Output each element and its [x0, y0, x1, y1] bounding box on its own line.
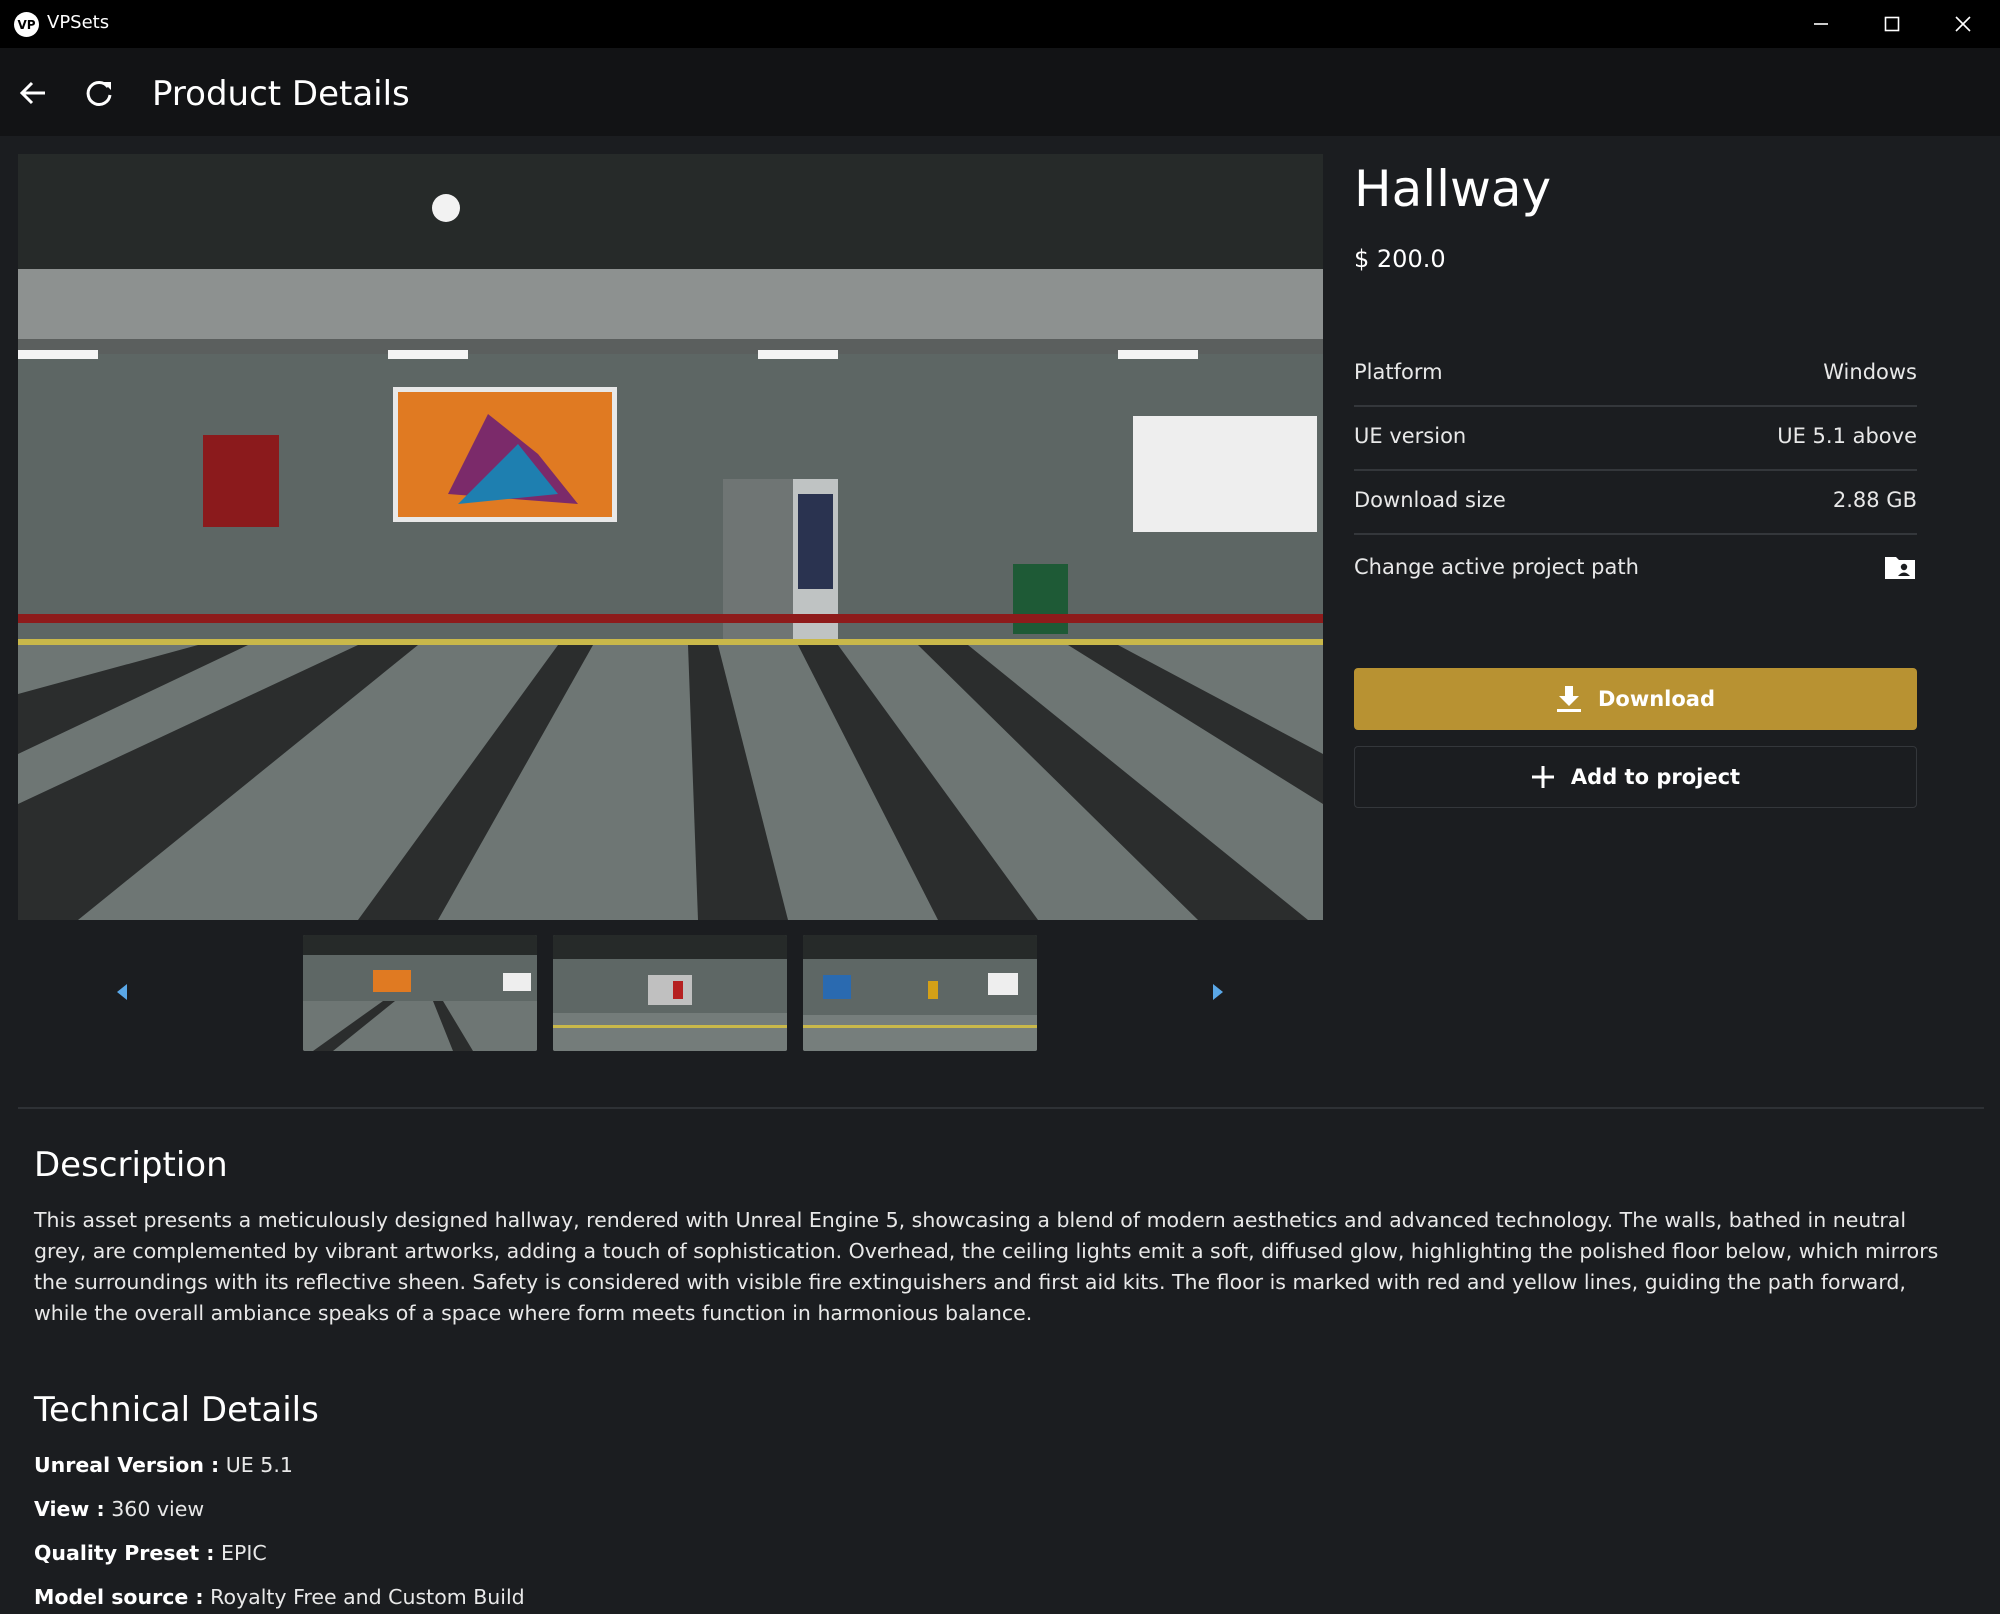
spec-label: Download size: [1354, 488, 1506, 512]
carousel-thumbnail[interactable]: [553, 935, 787, 1051]
plus-icon: [1531, 766, 1554, 788]
spec-value: Windows: [1823, 360, 1917, 384]
download-button[interactable]: Download: [1354, 668, 1917, 730]
product-name: Hallway: [1354, 160, 1552, 218]
spec-value: UE 5.1 above: [1777, 424, 1917, 448]
tech-value: Royalty Free and Custom Build: [210, 1585, 525, 1609]
close-icon: [1955, 16, 1971, 32]
carousel-next-button[interactable]: [1210, 983, 1226, 1001]
carousel-thumbnail[interactable]: [803, 935, 1037, 1051]
tech-item-model-source: Model source : Royalty Free and Custom B…: [34, 1585, 525, 1609]
tech-item-quality-preset: Quality Preset : EPIC: [34, 1541, 267, 1565]
maximize-button[interactable]: [1857, 0, 1927, 48]
chevron-right-icon: [1213, 984, 1223, 1000]
spec-row-download-size: Download size 2.88 GB: [1354, 470, 1917, 535]
description-text: This asset presents a meticulously desig…: [34, 1208, 1939, 1325]
spec-row-ue-version: UE version UE 5.1 above: [1354, 406, 1917, 471]
minimize-icon: [1814, 23, 1828, 25]
section-divider: [18, 1107, 1984, 1109]
window-titlebar: VP VPSets: [0, 0, 2000, 48]
app-logo: VP: [14, 12, 39, 37]
maximize-icon: [1884, 16, 1900, 32]
carousel-thumbnail[interactable]: [303, 935, 537, 1051]
tech-key: Model source :: [34, 1585, 204, 1609]
tech-value: UE 5.1: [225, 1453, 293, 1477]
add-to-project-button[interactable]: Add to project: [1354, 746, 1917, 808]
description-heading: Description: [34, 1145, 228, 1185]
tech-item-view: View : 360 view: [34, 1497, 204, 1521]
tech-key: View :: [34, 1497, 105, 1521]
download-button-label: Download: [1597, 687, 1716, 711]
refresh-button[interactable]: [82, 76, 116, 110]
minimize-button[interactable]: [1786, 0, 1856, 48]
download-icon: [1556, 686, 1581, 712]
close-button[interactable]: [1928, 0, 1998, 48]
app-title: VPSets: [47, 12, 110, 33]
spec-label: Platform: [1354, 360, 1443, 384]
page-title: Product Details: [152, 74, 410, 114]
tech-item-unreal-version: Unreal Version : UE 5.1: [34, 1453, 293, 1477]
change-project-path-label: Change active project path: [1354, 555, 1639, 579]
carousel-prev-button[interactable]: [114, 983, 130, 1001]
product-price: $ 200.0: [1354, 245, 1446, 273]
change-project-path-button[interactable]: [1883, 552, 1917, 582]
spec-row-platform: Platform Windows: [1354, 342, 1917, 407]
chevron-left-icon: [117, 984, 127, 1000]
spec-label: UE version: [1354, 424, 1467, 448]
tech-value: 360 view: [111, 1497, 205, 1521]
back-button[interactable]: [16, 76, 50, 110]
technical-details-heading: Technical Details: [34, 1390, 319, 1430]
folder-user-icon: [1885, 557, 1915, 579]
product-hero-image: [18, 154, 1323, 920]
tech-key: Unreal Version :: [34, 1453, 220, 1477]
tech-key: Quality Preset :: [34, 1541, 215, 1565]
spec-value: 2.88 GB: [1832, 488, 1917, 512]
arrow-left-icon: [19, 81, 45, 105]
add-to-project-label: Add to project: [1570, 765, 1741, 789]
tech-value: EPIC: [221, 1541, 267, 1565]
refresh-icon: [86, 80, 112, 106]
change-project-path-row: Change active project path: [1354, 545, 1917, 595]
